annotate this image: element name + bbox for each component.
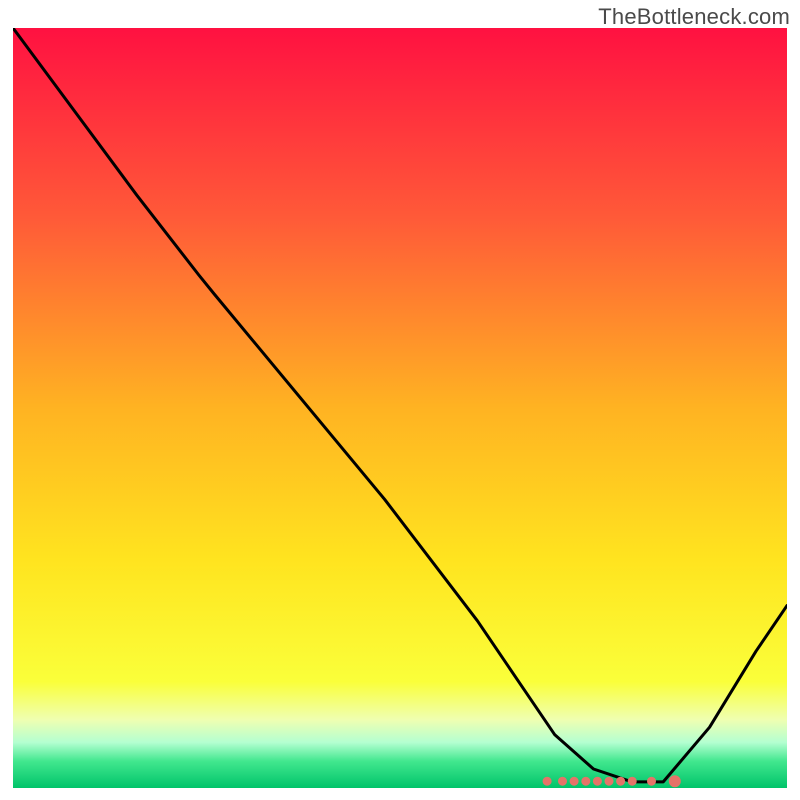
marker-dot	[558, 777, 567, 786]
gradient-background	[13, 28, 787, 788]
marker-dot	[570, 777, 579, 786]
marker-dot	[605, 777, 614, 786]
marker-dot	[593, 777, 602, 786]
chart-stage: TheBottleneck.com	[0, 0, 800, 800]
bottleneck-chart	[13, 28, 787, 788]
marker-dot	[616, 777, 625, 786]
marker-dot	[628, 777, 637, 786]
marker-dot	[669, 775, 681, 787]
marker-dot	[543, 777, 552, 786]
watermark-text: TheBottleneck.com	[598, 4, 790, 30]
plot-area	[13, 28, 787, 788]
marker-dot	[647, 777, 656, 786]
marker-dot	[581, 777, 590, 786]
